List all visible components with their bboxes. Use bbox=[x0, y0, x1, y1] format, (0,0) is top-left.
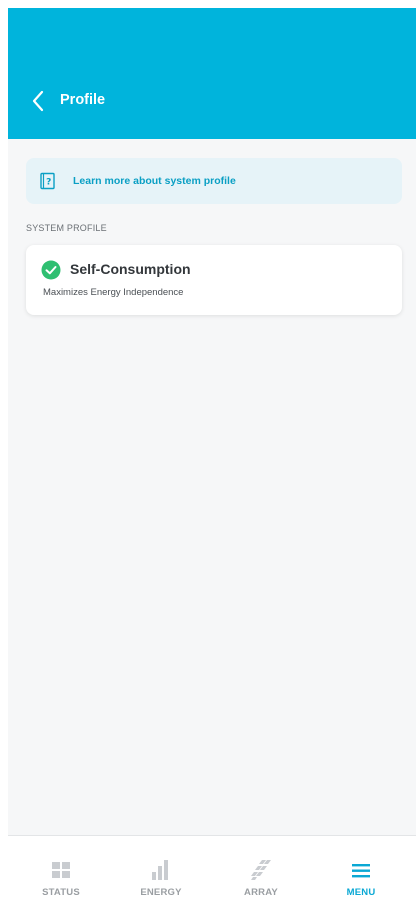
back-button[interactable] bbox=[26, 88, 50, 114]
learn-more-link[interactable]: Learn more about system profile bbox=[73, 175, 236, 187]
section-label: SYSTEM PROFILE bbox=[26, 223, 107, 233]
tab-energy[interactable]: ENERGY bbox=[116, 836, 206, 902]
grid-icon bbox=[50, 859, 72, 881]
profile-name: Self-Consumption bbox=[70, 261, 191, 277]
tab-array[interactable]: ARRAY bbox=[216, 836, 306, 902]
tab-energy-label: ENERGY bbox=[140, 887, 182, 898]
profile-option-card[interactable]: Self-Consumption Maximizes Energy Indepe… bbox=[26, 245, 402, 315]
content-area bbox=[8, 8, 416, 902]
tab-status-label: STATUS bbox=[42, 887, 80, 898]
header-bar bbox=[8, 8, 416, 139]
tab-status[interactable]: STATUS bbox=[16, 836, 106, 902]
solar-panel-icon bbox=[250, 859, 272, 881]
bar-chart-icon bbox=[150, 859, 172, 881]
tab-menu[interactable]: MENU bbox=[316, 836, 406, 902]
page-title: Profile bbox=[60, 92, 106, 108]
tab-menu-label: MENU bbox=[346, 887, 376, 898]
hamburger-menu-icon bbox=[350, 859, 372, 881]
help-book-icon: ? bbox=[39, 172, 57, 190]
svg-text:?: ? bbox=[46, 178, 51, 188]
check-circle-icon bbox=[41, 260, 61, 280]
app-root: Profile ? Learn more about system profil… bbox=[0, 0, 416, 902]
profile-description: Maximizes Energy Independence bbox=[43, 287, 184, 298]
tab-array-label: ARRAY bbox=[244, 887, 278, 898]
learn-more-banner[interactable]: ? Learn more about system profile bbox=[26, 158, 402, 204]
chevron-left-icon bbox=[32, 90, 44, 112]
bottom-tab-bar: STATUS ENERGY ARRAY MENU bbox=[8, 835, 416, 902]
